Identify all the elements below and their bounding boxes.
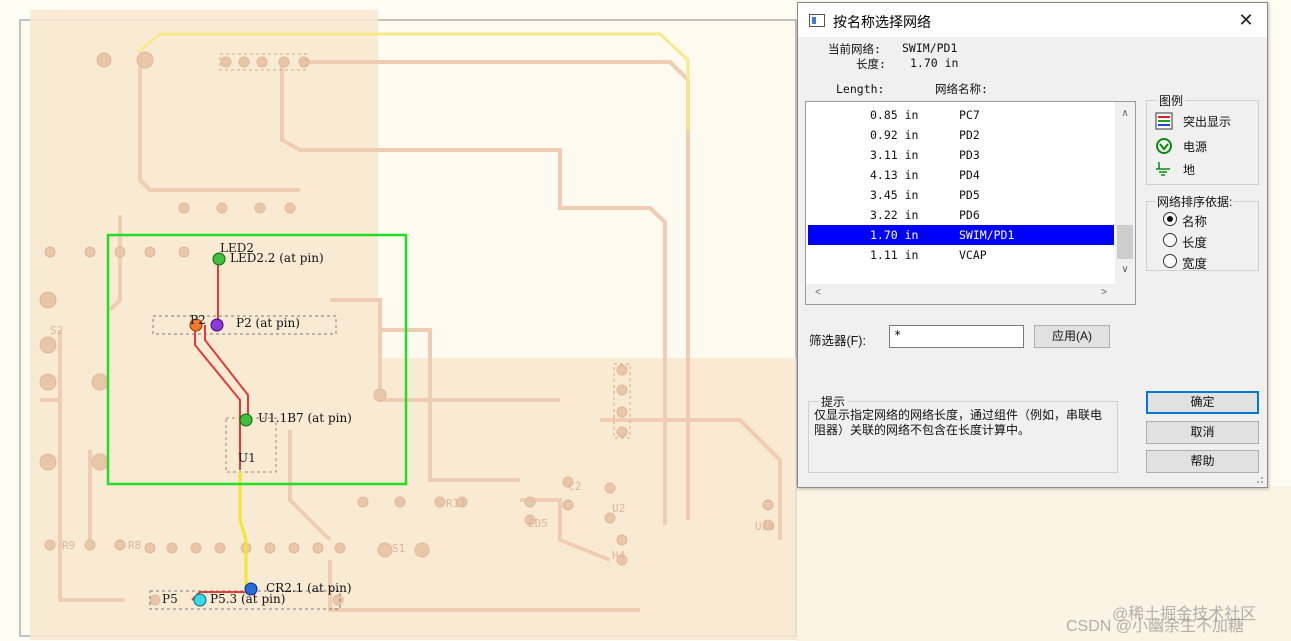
filter-input[interactable]: * [889, 325, 1024, 348]
close-button[interactable]: ✕ [1231, 7, 1261, 33]
watermark-author: CSDN @小幽余生不加糖 [1066, 618, 1245, 635]
legend-highlight-label: 突出显示 [1183, 115, 1232, 129]
sort-by-width-dot[interactable] [1163, 254, 1177, 268]
horizontal-scrollbar[interactable]: < > [806, 284, 1115, 304]
vertical-scroll-thumb[interactable] [1117, 225, 1133, 259]
sort-by-width-label: 宽度 [1182, 257, 1208, 271]
label-led2-pin: LED2.2 (at pin) [230, 251, 324, 265]
apply-button[interactable]: 应用(A) [1034, 325, 1110, 348]
scroll-right-arrow-icon[interactable]: > [1094, 287, 1114, 298]
net-name-cell: PC7 [959, 108, 980, 122]
net-length-cell: 1.70 in [870, 228, 919, 242]
legend-group: 图例 突出显示 电源 地 [1146, 92, 1259, 185]
label-p2-pin: P2 (at pin) [236, 316, 300, 330]
net-list-row[interactable]: 0.85 in PC7 [808, 105, 1114, 125]
ok-button[interactable]: 确定 [1146, 391, 1259, 414]
scroll-corner [1115, 284, 1135, 304]
length-value: 1.70 in [910, 56, 959, 70]
legend-title: 图例 [1157, 92, 1186, 109]
net-list-row[interactable]: 3.45 in PD5 [808, 185, 1114, 205]
net-name-cell: SWIM/PD1 [959, 228, 1015, 242]
net-length-cell: 0.85 in [870, 108, 919, 122]
sort-by-length-dot[interactable] [1163, 233, 1177, 247]
highlight-icon [1155, 112, 1173, 130]
label-h4: H4 [612, 549, 626, 562]
net-length-cell: 3.22 in [870, 208, 919, 222]
net-name-cell: PD4 [959, 168, 980, 182]
filter-label: 筛选器(F): [809, 334, 866, 348]
net-list-row[interactable]: 1.11 in VCAP [808, 245, 1114, 265]
net-length-cell: 0.92 in [870, 128, 919, 142]
scroll-left-arrow-icon[interactable]: < [808, 287, 828, 298]
label-p2: P2 [190, 313, 206, 327]
net-name-cell: VCAP [959, 248, 987, 262]
sort-by-name-dot[interactable] [1163, 212, 1177, 226]
current-net-label: 当前网络: [828, 42, 881, 56]
net-list-row[interactable]: 4.13 in PD4 [808, 165, 1114, 185]
resize-grip-icon[interactable] [1254, 474, 1264, 484]
net-length-cell: 3.45 in [870, 188, 919, 202]
net-name-cell: PD3 [959, 148, 980, 162]
window-icon [809, 14, 825, 27]
sort-by-length-label: 长度 [1182, 236, 1208, 250]
net-length-cell: 4.13 in [870, 168, 919, 182]
sort-by-name-label: 名称 [1182, 215, 1208, 229]
net-length-cell: 1.11 in [870, 248, 919, 262]
net-name-cell: PD5 [959, 188, 980, 202]
legend-ground-label: 地 [1183, 163, 1196, 177]
label-u10: U10 [755, 520, 775, 533]
net-name-cell: PD6 [959, 208, 980, 222]
label-p5-pin: P5.3 (at pin) [210, 592, 285, 606]
length-label: 长度: [856, 57, 886, 71]
net-list-row[interactable]: 1.70 in SWIM/PD1 [808, 225, 1114, 245]
dialog-title: 按名称选择网络 [833, 14, 931, 30]
net-list-row[interactable]: 3.22 in PD6 [808, 205, 1114, 225]
label-s2: S2 [50, 324, 63, 337]
net-list-row[interactable]: 3.11 in PD3 [808, 145, 1114, 165]
column-header-netname[interactable]: 网络名称: [935, 81, 988, 97]
close-icon: ✕ [1238, 10, 1254, 30]
label-r9: R9 [62, 539, 75, 552]
label-s1: S1 [392, 542, 405, 555]
ground-icon [1156, 162, 1170, 176]
net-name-cell: PD2 [959, 128, 980, 142]
label-c2: C2 [568, 480, 581, 493]
label-r11: R11 [446, 497, 466, 510]
label-ed5: ED5 [528, 517, 548, 530]
vertical-scrollbar[interactable]: ∧ ∨ [1115, 102, 1135, 284]
net-list-row[interactable]: 0.92 in PD2 [808, 125, 1114, 145]
sort-group: 网络排序依据: 名称 长度 宽度 [1146, 193, 1259, 271]
label-u1: U1 [238, 451, 256, 465]
select-net-by-name-dialog: 按名称选择网络 ✕ 当前网络: SWIM/PD1 长度: 1.70 in Len… [797, 2, 1268, 488]
cancel-button[interactable]: 取消 [1146, 421, 1259, 444]
legend-power-label: 电源 [1183, 140, 1208, 154]
label-u2: U2 [612, 502, 625, 515]
label-u1-pin: U1.1B7 (at pin) [258, 411, 352, 425]
net-length-cell: 3.11 in [870, 148, 919, 162]
sort-title: 网络排序依据: [1155, 193, 1235, 210]
scroll-up-arrow-icon[interactable]: ∧ [1115, 108, 1135, 119]
column-header-length[interactable]: Length: [836, 82, 884, 96]
help-button[interactable]: 帮助 [1146, 450, 1259, 473]
scroll-down-arrow-icon[interactable]: ∨ [1115, 264, 1135, 275]
power-icon [1156, 138, 1172, 154]
label-p5: P5 [162, 592, 178, 606]
net-list[interactable]: 0.85 in PC7 0.92 in PD2 3.11 in PD3 4.13 in PD4… [805, 101, 1136, 305]
current-net-value: SWIM/PD1 [902, 41, 958, 55]
label-r8: R8 [128, 539, 141, 552]
hint-text: 仅显示指定网络的网络长度，通过组件（例如，串联电阻器）关联的网络不包含在长度计算… [814, 408, 1103, 437]
dialog-titlebar[interactable]: 按名称选择网络 ✕ [798, 3, 1267, 37]
